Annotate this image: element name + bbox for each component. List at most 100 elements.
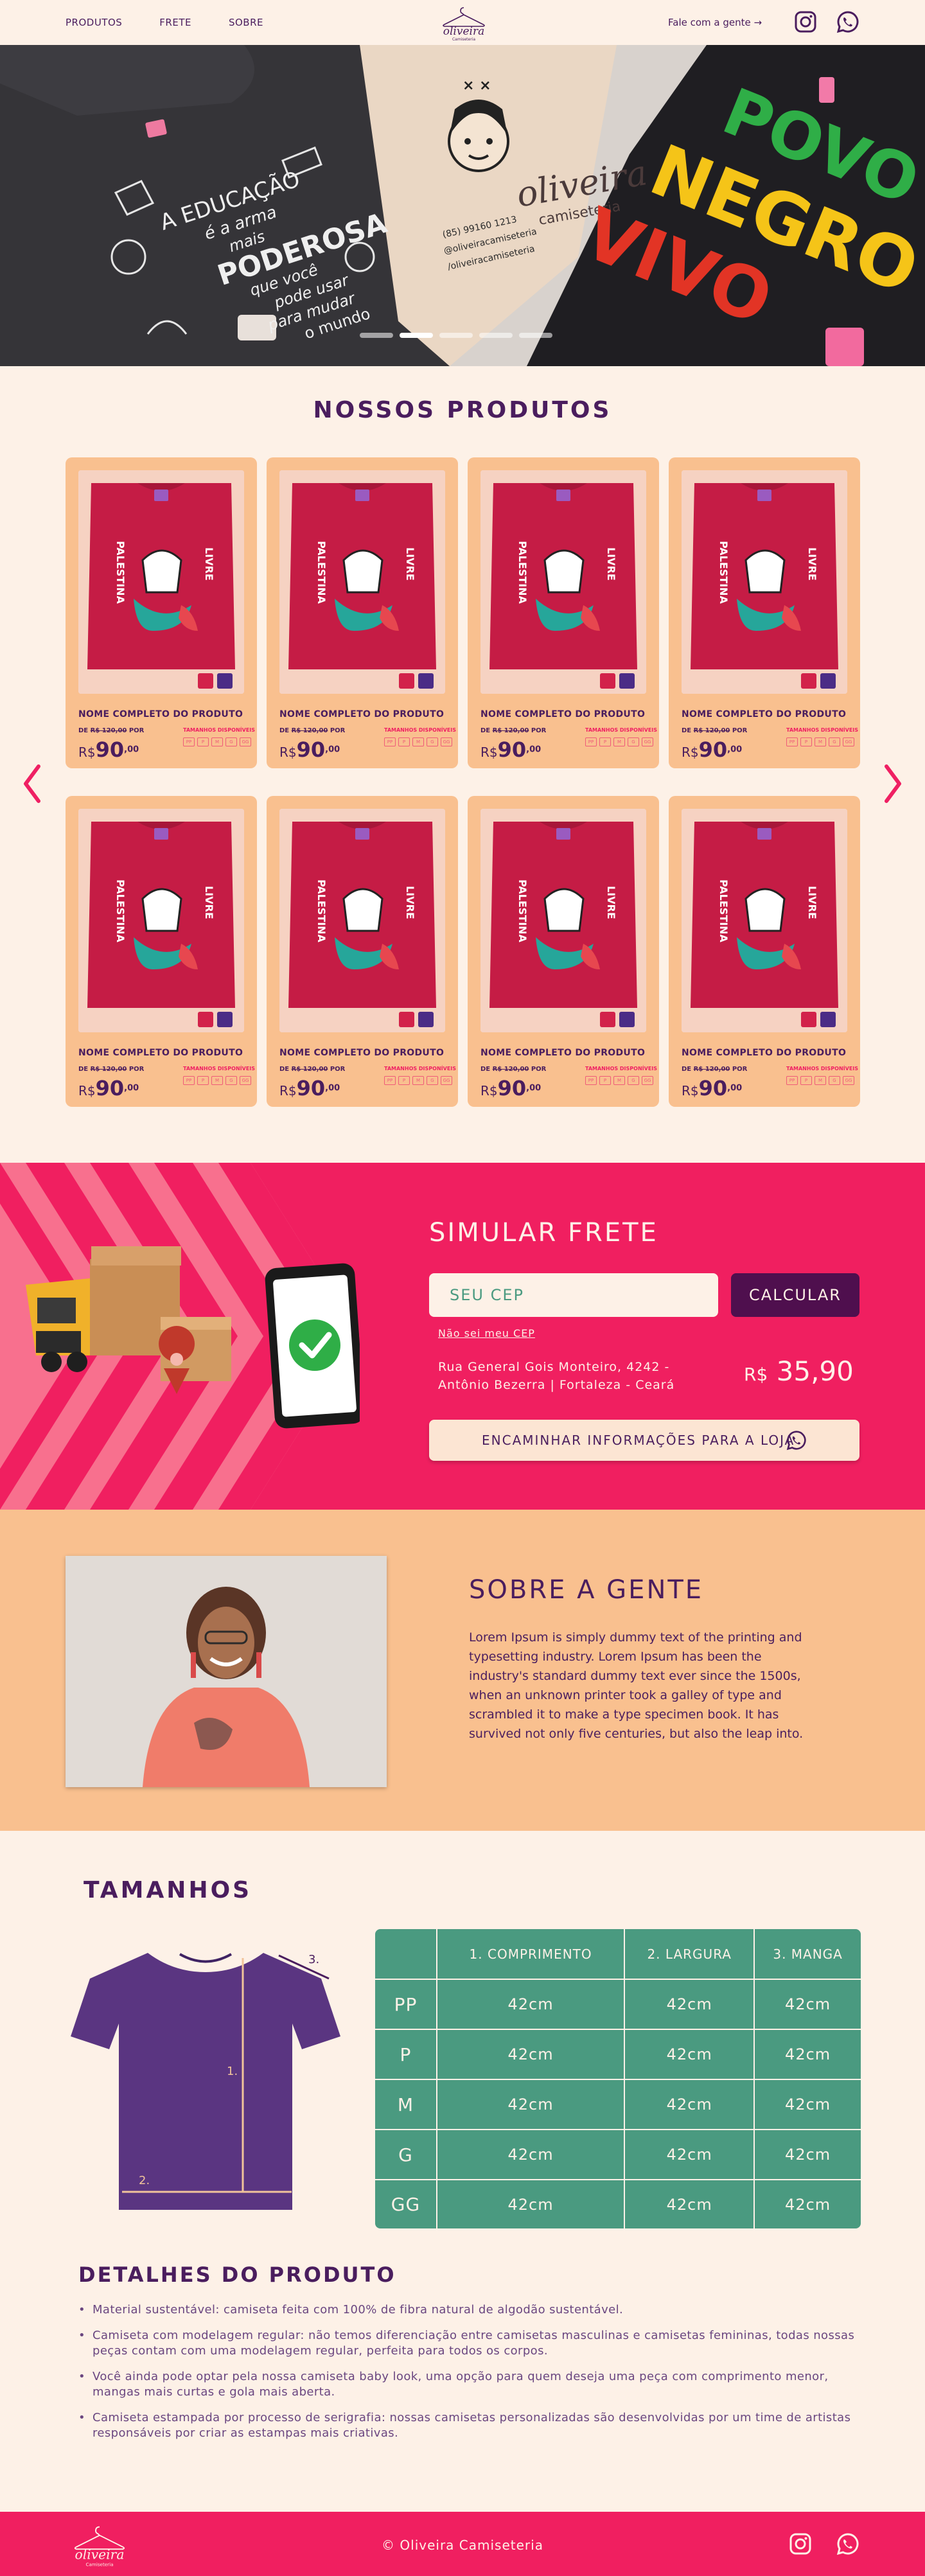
size-chip[interactable]: PP	[384, 1076, 396, 1085]
size-chip[interactable]: PP	[384, 737, 396, 746]
product-name[interactable]: NOME COMPLETO DO PRODUTO	[279, 1048, 444, 1058]
color-swatch-red[interactable]	[198, 1012, 213, 1027]
size-chip[interactable]: PP	[585, 737, 597, 746]
color-swatch-red[interactable]	[198, 673, 213, 689]
color-swatch-red[interactable]	[600, 1012, 615, 1027]
color-swatch-red[interactable]	[600, 673, 615, 689]
product-card[interactable]: PALESTINA LIVRE NOME COMPLETO DO PRODUTO DE…	[468, 457, 659, 768]
size-chip[interactable]: GG	[642, 1076, 653, 1085]
nav-link-produtos[interactable]: PRODUTOS	[66, 17, 122, 28]
hero-dot-3[interactable]	[439, 333, 473, 338]
size-chip[interactable]: G	[628, 737, 639, 746]
size-chip[interactable]: GG	[843, 1076, 854, 1085]
product-name[interactable]: NOME COMPLETO DO PRODUTO	[78, 1048, 243, 1058]
instagram-icon[interactable]	[789, 2532, 812, 2555]
color-swatch-purple[interactable]	[217, 673, 233, 689]
size-chip[interactable]: G	[225, 737, 237, 746]
size-chip[interactable]: P	[599, 737, 611, 746]
size-chip[interactable]: GG	[441, 737, 452, 746]
instagram-icon[interactable]	[794, 10, 817, 33]
product-card[interactable]: PALESTINA LIVRE NOME COMPLETO DO PRODUTO DE…	[669, 457, 860, 768]
color-swatch-purple[interactable]	[217, 1012, 233, 1027]
product-image[interactable]: PALESTINA LIVRE	[480, 809, 646, 1032]
color-swatch-purple[interactable]	[418, 673, 434, 689]
size-chip[interactable]: G	[427, 1076, 438, 1085]
size-chip[interactable]: M	[613, 737, 625, 746]
size-chip[interactable]: PP	[786, 737, 798, 746]
hero-dot-5[interactable]	[519, 333, 552, 338]
product-name[interactable]: NOME COMPLETO DO PRODUTO	[682, 709, 846, 719]
size-chip[interactable]: P	[398, 737, 410, 746]
color-swatch-purple[interactable]	[619, 1012, 635, 1027]
brand-logo[interactable]: oliveira Camiseteria	[434, 3, 493, 42]
product-card[interactable]: PALESTINA LIVRE NOME COMPLETO DO PRODUTO DE…	[267, 457, 458, 768]
color-swatch-purple[interactable]	[820, 1012, 836, 1027]
color-swatch-red[interactable]	[399, 1012, 414, 1027]
product-name[interactable]: NOME COMPLETO DO PRODUTO	[480, 709, 645, 719]
product-image[interactable]: PALESTINA LIVRE	[279, 809, 445, 1032]
color-swatch-purple[interactable]	[418, 1012, 434, 1027]
whatsapp-icon[interactable]	[836, 2532, 859, 2555]
color-swatch-red[interactable]	[801, 673, 816, 689]
whatsapp-icon[interactable]	[836, 10, 859, 33]
size-chip[interactable]: M	[412, 737, 424, 746]
size-chip[interactable]: PP	[585, 1076, 597, 1085]
size-chip[interactable]: M	[211, 737, 223, 746]
hero-banner[interactable]: A EDUCAÇÃO é a arma mais PODEROSA que vo…	[0, 45, 925, 366]
hero-dot-2[interactable]	[400, 333, 433, 338]
product-card[interactable]: PALESTINA LIVRE NOME COMPLETO DO PRODUTO DE…	[468, 796, 659, 1107]
product-image[interactable]: PALESTINA LIVRE	[78, 809, 244, 1032]
color-swatch-red[interactable]	[399, 673, 414, 689]
size-chip[interactable]: P	[800, 737, 812, 746]
product-name[interactable]: NOME COMPLETO DO PRODUTO	[279, 709, 444, 719]
product-name[interactable]: NOME COMPLETO DO PRODUTO	[78, 709, 243, 719]
product-name[interactable]: NOME COMPLETO DO PRODUTO	[682, 1048, 846, 1058]
size-chip[interactable]: PP	[183, 737, 195, 746]
size-chip[interactable]: GG	[843, 737, 854, 746]
size-chip[interactable]: GG	[642, 737, 653, 746]
carousel-next-arrow[interactable]	[881, 761, 904, 806]
size-chip[interactable]: G	[628, 1076, 639, 1085]
nav-link-sobre[interactable]: SOBRE	[229, 17, 263, 28]
product-card[interactable]: PALESTINA LIVRE NOME COMPLETO DO PRODUTO DE…	[66, 457, 257, 768]
product-card[interactable]: PALESTINA LIVRE NOME COMPLETO DO PRODUTO DE…	[66, 796, 257, 1107]
size-chip[interactable]: PP	[183, 1076, 195, 1085]
size-chip[interactable]: GG	[240, 1076, 251, 1085]
size-chip[interactable]: P	[197, 737, 209, 746]
size-chip[interactable]: P	[599, 1076, 611, 1085]
size-chip[interactable]: P	[398, 1076, 410, 1085]
cep-input[interactable]	[429, 1273, 718, 1317]
calculate-button[interactable]: CALCULAR	[731, 1273, 859, 1317]
size-chip[interactable]: G	[225, 1076, 237, 1085]
product-name[interactable]: NOME COMPLETO DO PRODUTO	[480, 1048, 645, 1058]
size-chip[interactable]: G	[829, 737, 840, 746]
size-chip[interactable]: GG	[441, 1076, 452, 1085]
product-card[interactable]: PALESTINA LIVRE NOME COMPLETO DO PRODUTO DE…	[267, 796, 458, 1107]
product-image[interactable]: PALESTINA LIVRE	[682, 809, 847, 1032]
product-image[interactable]: PALESTINA LIVRE	[279, 470, 445, 694]
size-chip[interactable]: PP	[786, 1076, 798, 1085]
carousel-prev-arrow[interactable]	[21, 761, 44, 806]
color-swatch-red[interactable]	[801, 1012, 816, 1027]
hero-dot-4[interactable]	[479, 333, 513, 338]
product-image[interactable]: PALESTINA LIVRE	[78, 470, 244, 694]
product-image[interactable]: PALESTINA LIVRE	[480, 470, 646, 694]
size-chip[interactable]: P	[197, 1076, 209, 1085]
size-chip[interactable]: M	[815, 737, 826, 746]
color-swatch-purple[interactable]	[619, 673, 635, 689]
color-swatch-purple[interactable]	[820, 673, 836, 689]
no-cep-link[interactable]: Não sei meu CEP	[438, 1327, 535, 1339]
size-chip[interactable]: M	[815, 1076, 826, 1085]
size-chip[interactable]: M	[412, 1076, 424, 1085]
size-chip[interactable]: M	[613, 1076, 625, 1085]
size-chip[interactable]: G	[427, 737, 438, 746]
size-chip[interactable]: M	[211, 1076, 223, 1085]
size-chip[interactable]: P	[800, 1076, 812, 1085]
product-card[interactable]: PALESTINA LIVRE NOME COMPLETO DO PRODUTO DE…	[669, 796, 860, 1107]
send-to-store-button[interactable]: ENCAMINHAR INFORMAÇÕES PARA A LOJA	[429, 1420, 859, 1461]
size-chip[interactable]: GG	[240, 737, 251, 746]
nav-link-frete[interactable]: FRETE	[159, 17, 191, 28]
size-chip[interactable]: G	[829, 1076, 840, 1085]
hero-dot-1[interactable]	[360, 333, 393, 338]
product-image[interactable]: PALESTINA LIVRE	[682, 470, 847, 694]
